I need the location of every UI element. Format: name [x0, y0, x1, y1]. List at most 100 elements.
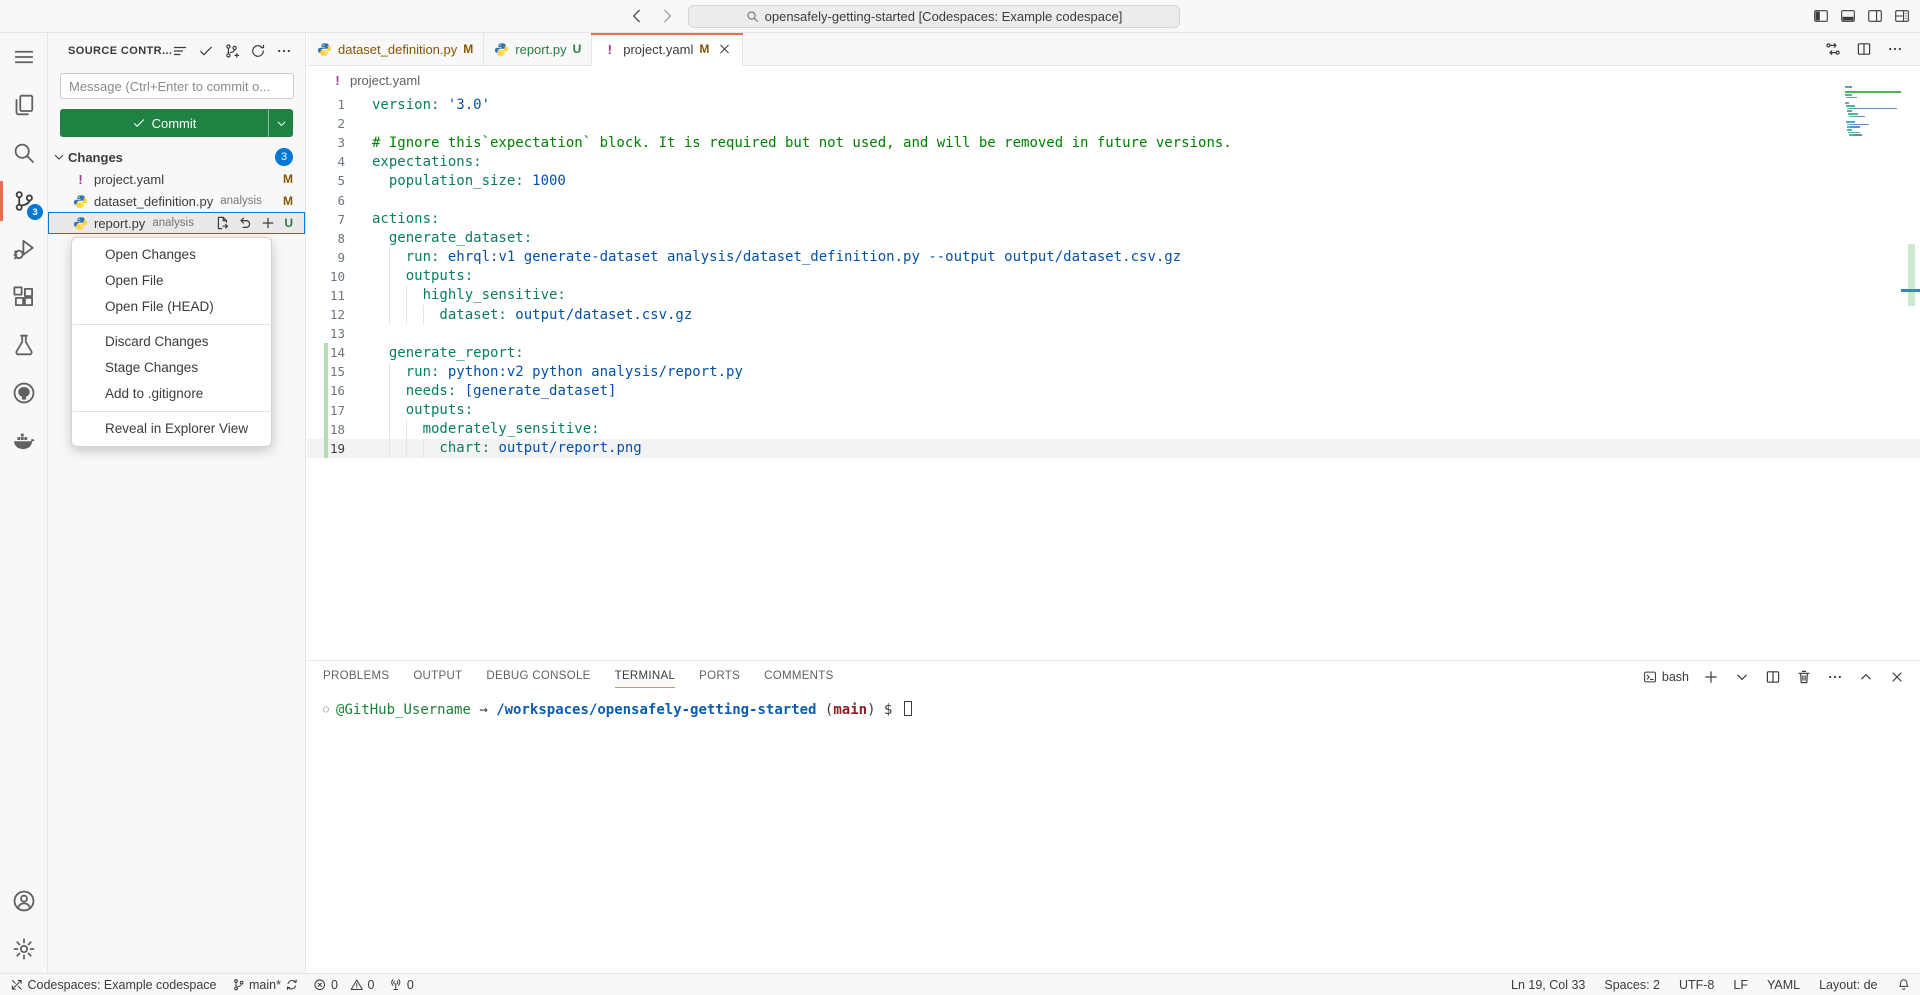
- line-number: 7: [307, 212, 345, 227]
- commit-dropdown-button[interactable]: [268, 109, 293, 137]
- status-cursor-position[interactable]: Ln 19, Col 33: [1511, 978, 1585, 992]
- code-line-10[interactable]: 10 outputs:: [307, 267, 1920, 286]
- activity-item-run-debug[interactable]: [0, 225, 47, 273]
- split-terminal-icon[interactable]: [1764, 668, 1782, 686]
- refresh-icon[interactable]: [249, 42, 267, 60]
- status-eol[interactable]: LF: [1733, 978, 1748, 992]
- status-indentation[interactable]: Spaces: 2: [1604, 978, 1660, 992]
- code-line-3[interactable]: 3# Ignore this`expectation` block. It is…: [307, 133, 1920, 152]
- scm-file-project.yaml[interactable]: !project.yamlM: [48, 168, 305, 190]
- activity-item-github[interactable]: [0, 369, 47, 417]
- customize-layout-icon[interactable]: [1893, 8, 1910, 25]
- status-ports-indicator[interactable]: 0: [389, 978, 413, 992]
- panel-tab-ports[interactable]: PORTS: [699, 661, 740, 692]
- close-icon[interactable]: [1888, 668, 1906, 686]
- commit-button[interactable]: Commit: [60, 109, 293, 137]
- status-text: Ln 19, Col 33: [1511, 978, 1585, 992]
- code-line-11[interactable]: 11 highly_sensitive:: [307, 286, 1920, 305]
- view-and-sort-icon[interactable]: [171, 42, 189, 60]
- create-branch-icon[interactable]: [223, 42, 241, 60]
- more-actions-icon[interactable]: [275, 42, 293, 60]
- minimap[interactable]: [1845, 86, 1906, 137]
- nav-forward-icon[interactable]: [658, 7, 676, 25]
- activity-item-search[interactable]: [0, 129, 47, 177]
- tab-report.py[interactable]: report.pyU: [484, 33, 592, 65]
- panel-tab-terminal[interactable]: TERMINAL: [615, 661, 676, 692]
- menu-item-reveal-in-explorer-view[interactable]: Reveal in Explorer View: [72, 416, 271, 442]
- activity-item-testing[interactable]: [0, 321, 47, 369]
- stage-icon[interactable]: [260, 215, 276, 231]
- menu-item-open-file-head-[interactable]: Open File (HEAD): [72, 294, 271, 320]
- scm-file-report.py[interactable]: report.pyanalysisU: [48, 212, 305, 234]
- menu-item-open-file[interactable]: Open File: [72, 268, 271, 294]
- status-notifications[interactable]: [1897, 978, 1911, 992]
- code-line-4[interactable]: 4expectations:: [307, 152, 1920, 171]
- code-line-18[interactable]: 18 moderately_sensitive:: [307, 420, 1920, 439]
- kill-terminal-icon[interactable]: [1795, 668, 1813, 686]
- code-line-2[interactable]: 2: [307, 114, 1920, 133]
- chevron-down-icon[interactable]: [1733, 668, 1751, 686]
- breadcrumb[interactable]: ! project.yaml: [307, 66, 1920, 95]
- account-icon: [12, 889, 36, 913]
- close-icon[interactable]: [717, 42, 732, 57]
- panel-tab-comments[interactable]: COMMENTS: [764, 661, 833, 692]
- nav-back-icon[interactable]: [628, 7, 646, 25]
- split-editor-icon[interactable]: [1855, 40, 1873, 58]
- activity-item-extensions[interactable]: [0, 273, 47, 321]
- status-branch-indicator[interactable]: main*: [232, 978, 299, 992]
- toggle-panel-icon[interactable]: [1839, 8, 1856, 25]
- new-terminal-icon[interactable]: [1702, 668, 1720, 686]
- activity-item-explorer[interactable]: [0, 81, 47, 129]
- activity-item-docker[interactable]: [0, 417, 47, 465]
- terminal[interactable]: ○@GitHub_Username → /workspaces/opensafe…: [307, 692, 1920, 718]
- activity-item-accounts[interactable]: [0, 877, 47, 925]
- more-actions-icon[interactable]: [1886, 40, 1904, 58]
- activity-item-settings[interactable]: [0, 925, 47, 973]
- panel-tab-output[interactable]: OUTPUT: [413, 661, 462, 692]
- tab-project.yaml[interactable]: !project.yamlM: [592, 33, 743, 66]
- activity-item-menu[interactable]: [0, 33, 47, 81]
- menu-item-add-to-gitignore[interactable]: Add to .gitignore: [72, 381, 271, 407]
- code-line-12[interactable]: 12 dataset: output/dataset.csv.gz: [307, 305, 1920, 324]
- status-problems-indicator[interactable]: 00: [313, 978, 374, 992]
- code-editor[interactable]: 1version: '3.0'23# Ignore this`expectati…: [307, 95, 1920, 458]
- code-line-19[interactable]: 19 chart: output/report.png: [307, 439, 1920, 458]
- status-remote-indicator[interactable]: Codespaces: Example codespace: [10, 978, 217, 992]
- code-line-17[interactable]: 17 outputs:: [307, 401, 1920, 420]
- terminal-shell-selector[interactable]: bash: [1643, 670, 1689, 684]
- status-keyboard-layout[interactable]: Layout: de: [1819, 978, 1877, 992]
- code-line-1[interactable]: 1version: '3.0': [307, 95, 1920, 114]
- panel-tab-problems[interactable]: PROBLEMS: [323, 661, 389, 692]
- code-line-9[interactable]: 9 run: ehrql:v1 generate-dataset analysi…: [307, 248, 1920, 267]
- activity-item-source-control[interactable]: 3: [0, 177, 47, 225]
- toggle-primary-sidebar-icon[interactable]: [1812, 8, 1829, 25]
- menu-item-stage-changes[interactable]: Stage Changes: [72, 355, 271, 381]
- commit-message-input[interactable]: [60, 73, 294, 99]
- check-icon[interactable]: [197, 42, 215, 60]
- chevron-up-icon[interactable]: [1857, 668, 1875, 686]
- code-line-16[interactable]: 16 needs: [generate_dataset]: [307, 381, 1920, 400]
- open-file-icon[interactable]: [214, 215, 230, 231]
- menu-item-discard-changes[interactable]: Discard Changes: [72, 329, 271, 355]
- scm-file-dataset_definition.py[interactable]: dataset_definition.pyanalysisM: [48, 190, 305, 212]
- status-text: 0: [407, 978, 414, 992]
- panel-tab-debug-console[interactable]: DEBUG CONSOLE: [486, 661, 590, 692]
- command-center-search[interactable]: opensafely-getting-started [Codespaces: …: [688, 5, 1180, 28]
- status-encoding[interactable]: UTF-8: [1679, 978, 1714, 992]
- code-line-14[interactable]: 14 generate_report:: [307, 343, 1920, 362]
- code-line-6[interactable]: 6: [307, 190, 1920, 209]
- code-line-7[interactable]: 7actions:: [307, 210, 1920, 229]
- changes-section-header[interactable]: Changes 3: [48, 146, 305, 168]
- menu-item-open-changes[interactable]: Open Changes: [72, 242, 271, 268]
- tab-dataset_definition.py[interactable]: dataset_definition.pyM: [307, 33, 484, 65]
- status-language-mode[interactable]: YAML: [1767, 978, 1800, 992]
- toggle-secondary-sidebar-icon[interactable]: [1866, 8, 1883, 25]
- code-line-5[interactable]: 5 population_size: 1000: [307, 171, 1920, 190]
- minimap-line: [1845, 118, 1906, 120]
- code-line-15[interactable]: 15 run: python:v2 python analysis/report…: [307, 362, 1920, 381]
- code-line-13[interactable]: 13: [307, 324, 1920, 343]
- open-changes-icon[interactable]: [1824, 40, 1842, 58]
- code-line-8[interactable]: 8 generate_dataset:: [307, 229, 1920, 248]
- discard-icon[interactable]: [237, 215, 253, 231]
- more-actions-icon[interactable]: [1826, 668, 1844, 686]
